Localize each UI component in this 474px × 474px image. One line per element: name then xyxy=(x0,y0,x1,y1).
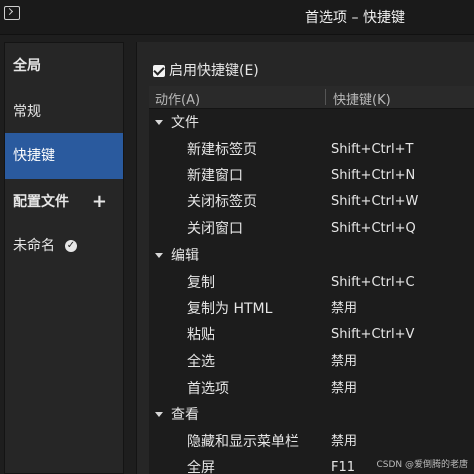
sidebar-item-label: 配置文件 xyxy=(13,194,69,210)
action-label: 复制为 HTML xyxy=(187,301,273,317)
watermark: CSDN @爱倒腾的老唐 xyxy=(376,460,468,470)
default-profile-check-icon: ✓ xyxy=(65,240,77,252)
table-header: 动作(A) 快捷键(K) xyxy=(149,86,474,109)
action-label: 全屏 xyxy=(187,460,215,474)
group-label: 文件 xyxy=(171,115,199,131)
group-label: 编辑 xyxy=(171,248,199,264)
action-label: 新建窗口 xyxy=(187,168,243,184)
action-label: 首选项 xyxy=(187,381,229,397)
group-row-edit[interactable]: 编辑 xyxy=(149,243,474,269)
expand-arrow-icon[interactable] xyxy=(155,253,163,258)
sidebar-item-general[interactable]: 常规 xyxy=(5,89,123,135)
shortcut-keys[interactable]: Shift+Ctrl+V xyxy=(331,322,414,348)
shortcut-keys[interactable]: 禁用 xyxy=(331,349,357,375)
sidebar-item-label: 全局 xyxy=(13,58,41,74)
sidebar-item-shortcuts[interactable]: 快捷键 xyxy=(5,133,123,179)
window-title: 首选项 – 快捷键 xyxy=(305,10,405,26)
action-label: 关闭标签页 xyxy=(187,194,257,210)
table-row[interactable]: 隐藏和显示菜单栏 禁用 xyxy=(149,429,474,455)
table-row[interactable]: 关闭窗口 Shift+Ctrl+Q xyxy=(149,216,474,242)
action-label: 隐藏和显示菜单栏 xyxy=(187,434,299,450)
group-row-view[interactable]: 查看 xyxy=(149,402,474,428)
table-row[interactable]: 关闭标签页 Shift+Ctrl+W xyxy=(149,189,474,215)
table-row[interactable]: 复制 Shift+Ctrl+C xyxy=(149,270,474,296)
shortcut-keys[interactable]: F11 xyxy=(331,455,355,474)
column-header-action[interactable]: 动作(A) xyxy=(155,89,200,108)
expand-arrow-icon[interactable] xyxy=(155,412,163,417)
enable-shortcuts-label: 启用快捷键(E) xyxy=(169,63,259,79)
table-row[interactable]: 新建标签页 Shift+Ctrl+T xyxy=(149,137,474,163)
enable-shortcuts-checkbox[interactable]: 启用快捷键(E) xyxy=(153,60,259,79)
shortcut-keys[interactable]: Shift+Ctrl+Q xyxy=(331,216,416,242)
action-label: 全选 xyxy=(187,354,215,370)
add-profile-icon[interactable]: + xyxy=(92,179,107,225)
sidebar-item-unnamed-profile[interactable]: 未命名 ✓ xyxy=(5,223,123,269)
sidebar-item-label: 常规 xyxy=(13,104,41,120)
checkbox-checked-icon[interactable] xyxy=(153,65,165,77)
shortcuts-panel: 启用快捷键(E) 动作(A) 快捷键(K) 文件 新建标签页 Shift+Ctr… xyxy=(136,42,474,474)
table-row[interactable]: 首选项 禁用 xyxy=(149,376,474,402)
shortcut-keys[interactable]: 禁用 xyxy=(331,376,357,402)
shortcut-keys[interactable]: 禁用 xyxy=(331,296,357,322)
shortcut-keys[interactable]: Shift+Ctrl+T xyxy=(331,137,413,163)
column-divider xyxy=(325,89,326,105)
expand-arrow-icon[interactable] xyxy=(155,120,163,125)
table-row[interactable]: 复制为 HTML 禁用 xyxy=(149,296,474,322)
sidebar: 全局 常规 快捷键 配置文件 + 未命名 ✓ xyxy=(4,42,124,474)
group-label: 查看 xyxy=(171,407,199,423)
action-label: 粘贴 xyxy=(187,327,215,343)
shortcut-keys[interactable]: Shift+Ctrl+C xyxy=(331,270,415,296)
table-row[interactable]: 粘贴 Shift+Ctrl+V xyxy=(149,322,474,348)
sidebar-item-profiles: 配置文件 + xyxy=(5,179,123,225)
table-row[interactable]: 全选 禁用 xyxy=(149,349,474,375)
table-row[interactable]: 新建窗口 Shift+Ctrl+N xyxy=(149,163,474,189)
sidebar-item-label: 未命名 xyxy=(13,238,55,254)
column-header-keys[interactable]: 快捷键(K) xyxy=(333,89,391,108)
shortcut-keys[interactable]: Shift+Ctrl+N xyxy=(331,163,415,189)
group-row-file[interactable]: 文件 xyxy=(149,110,474,136)
shortcut-keys[interactable]: Shift+Ctrl+W xyxy=(331,189,418,215)
terminal-icon xyxy=(4,6,20,20)
sidebar-item-label: 快捷键 xyxy=(13,148,55,164)
action-label: 关闭窗口 xyxy=(187,221,243,237)
shortcut-keys[interactable]: 禁用 xyxy=(331,429,357,455)
title-bar: 首选项 – 快捷键 xyxy=(0,0,474,35)
action-label: 复制 xyxy=(187,275,215,291)
action-label: 新建标签页 xyxy=(187,142,257,158)
shortcuts-table: 动作(A) 快捷键(K) 文件 新建标签页 Shift+Ctrl+T 新建窗口 … xyxy=(149,86,474,474)
sidebar-item-global[interactable]: 全局 xyxy=(5,43,123,89)
